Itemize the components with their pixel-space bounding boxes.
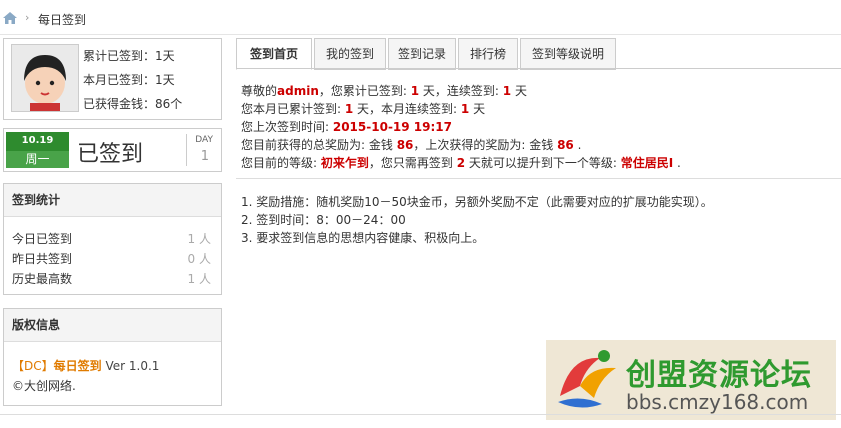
last-sign-time: 2015-10-19 19:17 — [332, 120, 452, 134]
copyright-panel: 版权信息 【DC】每日签到 Ver 1.0.1 ©大创网络. — [3, 308, 222, 406]
text: 您目前的等级: — [241, 156, 321, 170]
month-signed: 本月已签到：1天 — [83, 73, 175, 87]
sign-stats-panel: 签到统计 今日已签到 1 人 昨日共签到 0 人 历史最高数 1 人 — [3, 183, 222, 295]
text: ，您累计已签到: — [318, 84, 411, 98]
sign-status-box: 10.19 周一 已签到 DAY 1 — [3, 128, 222, 172]
sign-date: 10.19 — [21, 135, 54, 146]
rule-item: 1. 奖励措施：随机奖励10－50块金币，另额外奖励不定（此需要对应的扩展功能实… — [241, 195, 713, 209]
text: 您目前获得的总奖励为: 金钱 — [241, 138, 397, 152]
breadcrumb-separator: › — [25, 11, 30, 24]
total-reward: 86 — [396, 138, 414, 152]
bottom-border — [0, 414, 841, 415]
tab-sign-home[interactable]: 签到首页 — [236, 38, 312, 70]
watermark-title: 创盟资源论坛 — [626, 358, 812, 393]
stats-row-label: 昨日共签到 — [12, 252, 73, 266]
stats-row-label: 今日已签到 — [12, 232, 73, 246]
plugin-info: 【DC】每日签到 Ver 1.0.1 — [12, 357, 159, 374]
stats-row-value: 1 人 — [187, 272, 211, 286]
breadcrumb-current[interactable]: 每日签到 — [38, 11, 86, 28]
info-line-1: 尊敬的admin，您累计已签到: 1 天，连续签到: 1 天 — [241, 82, 527, 99]
text: ，上次获得的奖励为: 金钱 — [413, 138, 558, 152]
text: . — [673, 156, 681, 170]
plugin-version: Ver 1.0.1 — [105, 359, 160, 373]
info-line-4: 您目前获得的总奖励为: 金钱 86，上次获得的奖励为: 金钱 86 . — [241, 136, 581, 153]
month-continuous: 1 — [460, 102, 470, 116]
day-value: 1 — [200, 149, 209, 164]
text: 天 — [511, 84, 527, 98]
text: 天，连续签到: — [419, 84, 503, 98]
tab-sign-records[interactable]: 签到记录 — [388, 38, 456, 70]
tab-my-sign[interactable]: 我的签到 — [314, 38, 386, 70]
divider — [186, 134, 187, 166]
stats-row: 历史最高数 1 人 — [12, 270, 211, 288]
total-signed: 累计已签到：1天 — [83, 49, 175, 63]
total-days: 1 — [410, 84, 420, 98]
watermark-url: bbs.cmzy168.com — [626, 390, 809, 414]
signed-status: 已签到 — [77, 142, 144, 167]
info-line-2: 您本月已累计签到: 1 天，本月连续签到: 1 天 — [241, 100, 485, 117]
rule-item: 3. 要求签到信息的思想内容健康、积极向上。 — [241, 231, 485, 245]
month-days: 1 — [344, 102, 354, 116]
last-reward: 86 — [557, 138, 574, 152]
day-label: DAY — [195, 135, 213, 145]
tab-underline — [236, 68, 841, 69]
text: 您上次签到时间: — [241, 120, 333, 134]
plugin-name[interactable]: 每日签到 — [54, 359, 102, 373]
stats-row-value: 1 人 — [187, 232, 211, 246]
text: 天，本月连续签到: — [353, 102, 461, 116]
sign-weekday: 周一 — [6, 151, 69, 168]
breadcrumb: › 每日签到 — [0, 0, 841, 35]
text: . — [573, 138, 582, 152]
copyright-owner: ©大创网络. — [12, 379, 76, 393]
tab-ranking[interactable]: 排行榜 — [458, 38, 518, 70]
home-icon[interactable] — [3, 12, 17, 24]
gold-earned: 已获得金钱：86个 — [83, 97, 183, 111]
text: 天就可以提升到下一个等级: — [465, 156, 621, 170]
current-level: 初来乍到 — [320, 156, 369, 170]
plugin-bracket: 【DC】 — [12, 359, 54, 373]
text: 您本月已累计签到: — [241, 102, 345, 116]
username: admin — [277, 84, 319, 98]
date-tag: 10.19 周一 — [6, 132, 69, 168]
tab-level-info[interactable]: 签到等级说明 — [520, 38, 616, 70]
avatar-icon — [12, 45, 78, 111]
section-divider — [236, 178, 841, 179]
stats-row: 今日已签到 1 人 — [12, 230, 211, 248]
profile-panel: 累计已签到：1天 本月已签到：1天 已获得金钱：86个 — [3, 38, 222, 120]
text: 尊敬的 — [241, 84, 278, 98]
rule-item: 2. 签到时间：8：00－24：00 — [241, 213, 406, 227]
info-line-5: 您目前的等级: 初来乍到，您只需再签到 2 天就可以提升到下一个等级: 常住居民… — [241, 154, 681, 171]
continuous-days: 1 — [502, 84, 512, 98]
text: ，您只需再签到 — [368, 156, 457, 170]
stats-row-label: 历史最高数 — [12, 272, 73, 286]
avatar[interactable] — [11, 44, 79, 112]
stats-row-value: 0 人 — [187, 252, 211, 266]
watermark-logo-icon — [558, 350, 616, 408]
stats-row: 昨日共签到 0 人 — [12, 250, 211, 268]
copyright-title: 版权信息 — [4, 309, 221, 342]
text: 天 — [469, 102, 486, 116]
info-line-3: 您上次签到时间: 2015-10-19 19:17 — [241, 118, 452, 135]
days-needed: 2 — [456, 156, 466, 170]
watermark: 创盟资源论坛 bbs.cmzy168.com — [546, 340, 836, 420]
next-level: 常住居民I — [620, 156, 674, 170]
stats-title: 签到统计 — [4, 184, 221, 217]
